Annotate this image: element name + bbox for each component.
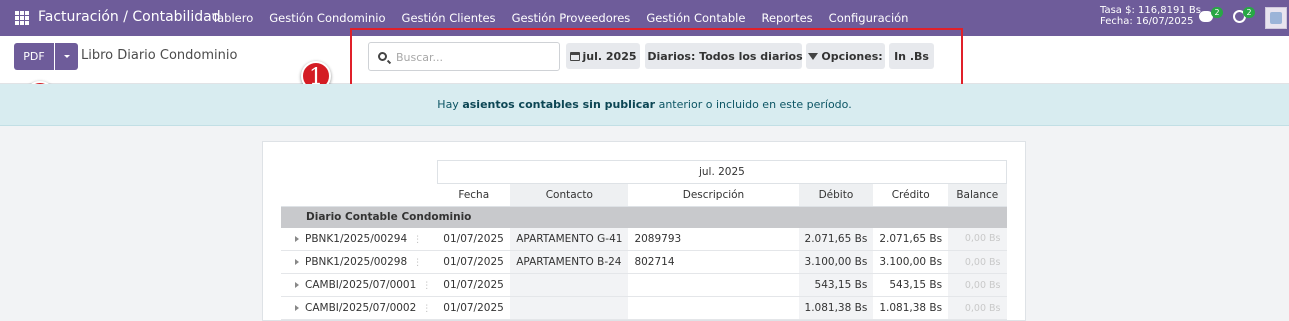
move-description: [628, 296, 799, 320]
col-fecha[interactable]: Fecha: [437, 183, 511, 207]
alert-prefix: Hay: [437, 98, 463, 111]
move-balance: 0,00 Bs: [948, 273, 1007, 297]
move-debit: 2.071,65 Bs: [798, 227, 874, 251]
more-options-icon[interactable]: ⋮: [422, 304, 431, 314]
caret-right-icon: [295, 259, 299, 265]
menu-item-configuracion[interactable]: Configuración: [829, 11, 909, 25]
col-balance[interactable]: Balance: [948, 183, 1007, 207]
annotation-highlight-box: [350, 28, 963, 87]
move-credit: 3.100,00 Bs: [873, 250, 949, 274]
apps-menu-icon[interactable]: [15, 11, 29, 25]
journal-section-label: Diario Contable Condominio: [281, 206, 1007, 228]
move-name[interactable]: PBNK1/2025/00298: [305, 256, 407, 268]
table-row[interactable]: CAMBI/2025/07/0001 ⋮ 01/07/2025 543,15 Bs…: [281, 273, 1007, 297]
exchange-rate-info: Tasa $: 116,8191 Bs Fecha: 16/07/2025: [1100, 5, 1201, 27]
move-date: 01/07/2025: [437, 250, 511, 274]
current-date: Fecha: 16/07/2025: [1100, 16, 1194, 27]
move-description: 802714: [628, 250, 799, 274]
table-row[interactable]: PBNK1/2025/00294 ⋮ 01/07/2025 APARTAMENTO…: [281, 227, 1007, 251]
pdf-button[interactable]: PDF: [14, 43, 54, 70]
move-partner: [510, 273, 629, 297]
move-credit: 2.071,65 Bs: [873, 227, 949, 251]
main-menu: Tablero Gestión Condominio Gestión Clien…: [212, 11, 908, 25]
move-date: 01/07/2025: [437, 296, 511, 320]
move-balance: 0,00 Bs: [948, 227, 1007, 251]
move-debit: 1.081,38 Bs: [798, 296, 874, 320]
more-options-icon[interactable]: ⋮: [413, 235, 422, 245]
col-contacto[interactable]: Contacto: [510, 183, 629, 207]
move-partner: [510, 296, 629, 320]
move-balance: 0,00 Bs: [948, 250, 1007, 274]
col-credito[interactable]: Crédito: [873, 183, 949, 207]
move-credit: 1.081,38 Bs: [873, 296, 949, 320]
move-debit: 543,15 Bs: [798, 273, 874, 297]
period-label: jul. 2025: [436, 160, 1008, 184]
user-avatar[interactable]: [1265, 7, 1287, 29]
col-descripcion[interactable]: Descripción: [628, 183, 799, 207]
more-options-icon[interactable]: ⋮: [413, 258, 422, 268]
move-balance: 0,00 Bs: [948, 296, 1007, 320]
move-name[interactable]: PBNK1/2025/00294: [305, 233, 407, 245]
move-debit: 3.100,00 Bs: [798, 250, 874, 274]
export-dropdown-toggle[interactable]: [55, 43, 78, 70]
unposted-entries-link[interactable]: asientos contables sin publicar: [462, 98, 655, 111]
alert-suffix: anterior o incluido en este período.: [655, 98, 852, 111]
menu-item-reportes[interactable]: Reportes: [761, 11, 812, 25]
move-partner: APARTAMENTO G-41: [510, 227, 629, 251]
move-name[interactable]: CAMBI/2025/07/0002: [305, 302, 416, 314]
col-debito[interactable]: Débito: [798, 183, 874, 207]
caret-right-icon: [295, 305, 299, 311]
move-name[interactable]: CAMBI/2025/07/0001: [305, 279, 416, 291]
menu-item-gestion-condominio[interactable]: Gestión Condominio: [269, 11, 385, 25]
menu-item-tablero[interactable]: Tablero: [212, 11, 253, 25]
period-header-row: jul. 2025: [281, 160, 1008, 184]
menu-item-gestion-contable[interactable]: Gestión Contable: [646, 11, 745, 25]
move-date: 01/07/2025: [437, 273, 511, 297]
app-title[interactable]: Facturación / Contabilidad: [38, 9, 221, 25]
move-credit: 543,15 Bs: [873, 273, 949, 297]
caret-right-icon: [295, 235, 299, 242]
breadcrumb: Libro Diario Condominio: [81, 48, 238, 63]
table-row[interactable]: PBNK1/2025/00298 ⋮ 01/07/2025 APARTAMENTO…: [281, 250, 1007, 274]
caret-right-icon: [295, 282, 299, 288]
move-description: 2089793: [628, 227, 799, 251]
unposted-entries-alert: Hay asientos contables sin publicar ante…: [0, 84, 1289, 126]
activities-badge: 2: [1243, 7, 1255, 18]
column-header-row: Fecha Contacto Descripción Débito Crédit…: [281, 183, 1007, 207]
table-row[interactable]: CAMBI/2025/07/0002 ⋮ 01/07/2025 1.081,38 …: [281, 296, 1007, 320]
journal-report-sheet: jul. 2025 Fecha Contacto Descripción Déb…: [262, 141, 1026, 321]
move-partner: APARTAMENTO B-24: [510, 250, 629, 274]
messages-badge: 2: [1211, 7, 1223, 18]
menu-item-gestion-proveedores[interactable]: Gestión Proveedores: [512, 11, 631, 25]
exchange-rate: Tasa $: 116,8191 Bs: [1100, 5, 1201, 16]
move-description: [628, 273, 799, 297]
more-options-icon[interactable]: ⋮: [422, 281, 431, 291]
menu-item-gestion-clientes[interactable]: Gestión Clientes: [402, 11, 496, 25]
journal-section-row[interactable]: Diario Contable Condominio: [281, 206, 1007, 228]
journal-report-table: jul. 2025 Fecha Contacto Descripción Déb…: [281, 160, 1008, 320]
move-date: 01/07/2025: [437, 227, 511, 251]
